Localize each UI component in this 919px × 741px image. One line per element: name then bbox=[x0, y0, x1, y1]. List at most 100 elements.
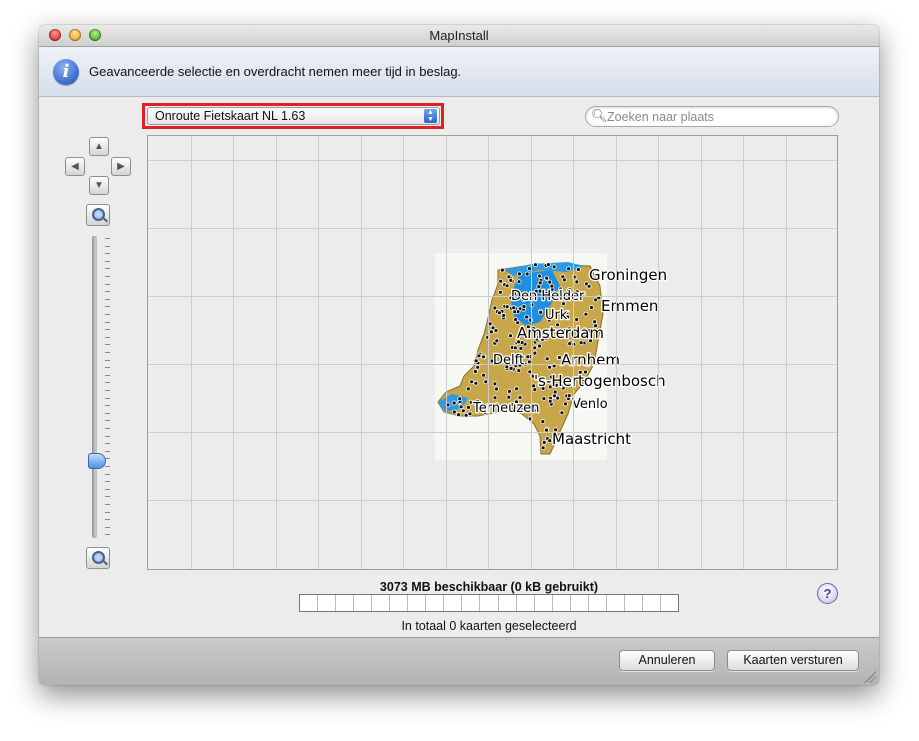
poi-marker bbox=[516, 279, 522, 285]
poi-marker bbox=[540, 445, 546, 451]
slider-tick bbox=[105, 306, 110, 308]
arrow-right-icon: ▶ bbox=[117, 161, 125, 172]
slider-tick bbox=[105, 336, 110, 338]
poi-marker bbox=[551, 264, 557, 270]
pan-down-button[interactable]: ▼ bbox=[89, 176, 109, 195]
resize-grip-icon[interactable] bbox=[864, 671, 876, 683]
map-select[interactable]: Onroute Fietskaart NL 1.63 ▲ ▼ bbox=[147, 107, 440, 125]
poi-marker bbox=[583, 311, 589, 317]
storage-available-label: 3073 MB beschikbaar (0 kB gebruikt) bbox=[379, 580, 599, 594]
poi-marker bbox=[566, 393, 572, 399]
grid-line bbox=[658, 136, 659, 569]
select-arrows-icon: ▲ ▼ bbox=[424, 109, 437, 123]
storage-segment bbox=[535, 595, 553, 611]
grid-line bbox=[148, 160, 837, 161]
grid-line bbox=[148, 228, 837, 229]
grid-line bbox=[530, 136, 532, 569]
window-title: MapInstall bbox=[429, 28, 489, 43]
storage-segment bbox=[462, 595, 481, 611]
poi-marker bbox=[552, 389, 558, 395]
slider-tick bbox=[105, 374, 110, 376]
grid-line bbox=[148, 364, 837, 365]
pan-right-button[interactable]: ▶ bbox=[111, 157, 131, 176]
pan-up-button[interactable]: ▲ bbox=[89, 137, 109, 156]
zoom-in-button[interactable] bbox=[86, 204, 110, 226]
poi-marker bbox=[457, 396, 463, 402]
storage-segment bbox=[661, 595, 678, 611]
storage-segment bbox=[336, 595, 355, 611]
poi-marker bbox=[496, 310, 502, 316]
poi-marker bbox=[541, 439, 547, 445]
storage-segment bbox=[426, 595, 445, 611]
slider-tick bbox=[105, 382, 110, 384]
poi-marker bbox=[566, 266, 572, 272]
poi-marker bbox=[494, 338, 500, 344]
poi-marker bbox=[532, 350, 538, 356]
slider-tick bbox=[105, 466, 110, 467]
grid-line bbox=[148, 500, 837, 501]
poi-marker bbox=[508, 333, 513, 339]
help-button[interactable]: ? bbox=[817, 583, 838, 604]
search-input[interactable] bbox=[605, 108, 834, 126]
poi-marker bbox=[514, 386, 520, 392]
slider-tick bbox=[105, 238, 110, 239]
slider-tick bbox=[105, 473, 110, 475]
slider-tick bbox=[105, 428, 110, 429]
poi-marker bbox=[456, 412, 462, 418]
info-message: Geavanceerde selectie en overdracht neme… bbox=[89, 64, 462, 79]
slider-tick bbox=[105, 298, 110, 300]
slider-tick bbox=[105, 352, 110, 353]
slider-tick bbox=[105, 367, 110, 369]
slider-tick bbox=[105, 245, 110, 247]
slider-tick bbox=[105, 488, 110, 490]
poi-marker bbox=[561, 277, 567, 283]
storage-segment bbox=[480, 595, 499, 611]
grid-line bbox=[275, 136, 277, 569]
poi-marker bbox=[466, 404, 471, 410]
storage-segment bbox=[625, 595, 643, 611]
slider-tick bbox=[105, 511, 110, 513]
poi-marker bbox=[517, 271, 522, 277]
storage-segment bbox=[408, 595, 427, 611]
poi-marker bbox=[575, 267, 581, 272]
map-canvas[interactable]: Groningen Den Helder Emmen Urk Amsterdam… bbox=[148, 136, 838, 570]
zoom-slider-thumb[interactable] bbox=[88, 453, 106, 469]
slider-tick bbox=[105, 496, 110, 498]
grid-line bbox=[743, 136, 744, 569]
poi-marker bbox=[499, 267, 505, 273]
poi-marker bbox=[501, 313, 507, 318]
poi-marker bbox=[481, 354, 486, 360]
slider-tick bbox=[105, 268, 110, 270]
slider-tick bbox=[105, 390, 110, 391]
slider-tick bbox=[105, 283, 110, 285]
slider-tick bbox=[105, 481, 110, 483]
slider-tick bbox=[105, 526, 110, 528]
poi-marker bbox=[547, 398, 553, 404]
title-bar: MapInstall bbox=[39, 25, 879, 47]
poi-marker bbox=[467, 411, 473, 417]
grid-line bbox=[318, 136, 319, 569]
poi-marker bbox=[465, 386, 471, 392]
city-label-arnhem: Arnhem bbox=[561, 351, 620, 369]
grid-line bbox=[148, 432, 837, 433]
poi-marker bbox=[498, 278, 504, 284]
slider-tick bbox=[105, 450, 110, 452]
storage-segment bbox=[553, 595, 571, 611]
map-select-value: Onroute Fietskaart NL 1.63 bbox=[155, 109, 306, 123]
slider-tick bbox=[105, 321, 110, 323]
slider-tick bbox=[105, 534, 110, 536]
cancel-button[interactable]: Annuleren bbox=[619, 650, 715, 671]
grid-line bbox=[700, 136, 702, 569]
arrow-up-icon: ▲ bbox=[94, 141, 104, 152]
poi-marker bbox=[473, 380, 479, 386]
slider-tick bbox=[105, 314, 110, 315]
send-maps-button[interactable]: Kaarten versturen bbox=[727, 650, 859, 671]
search-field[interactable]: 🔍︎ bbox=[585, 106, 839, 127]
storage-segment bbox=[390, 595, 409, 611]
zoom-out-button[interactable] bbox=[86, 547, 110, 569]
pan-left-button[interactable]: ◀ bbox=[65, 157, 85, 176]
poi-marker bbox=[490, 325, 496, 331]
map-view[interactable]: Groningen Den Helder Emmen Urk Amsterdam… bbox=[147, 135, 838, 570]
poi-marker bbox=[544, 356, 550, 362]
zoom-slider-track[interactable] bbox=[92, 236, 97, 538]
